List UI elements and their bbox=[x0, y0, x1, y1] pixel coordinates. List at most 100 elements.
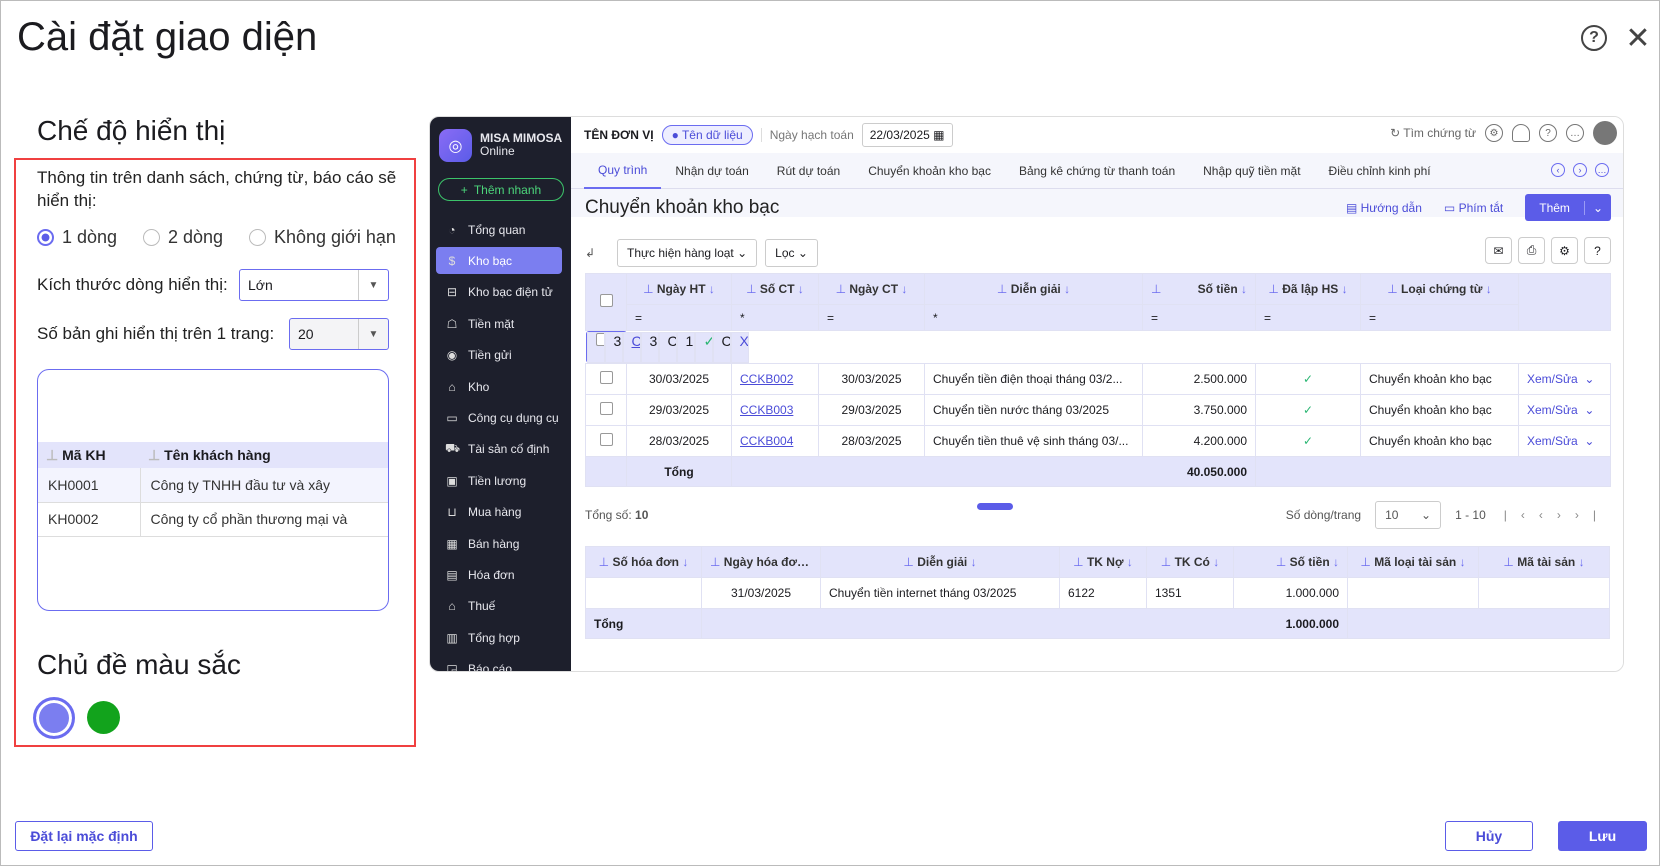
detail-column-header[interactable]: ⊥ Số hóa đơn ↓ bbox=[585, 546, 702, 578]
row-checkbox[interactable] bbox=[585, 425, 627, 457]
filter-cell[interactable]: = bbox=[626, 304, 732, 331]
filter-dropdown[interactable]: Lọc ⌄ bbox=[765, 239, 818, 267]
table-row[interactable]: 31/03/2025CCKB00131/03/2025Chuyển tiền i… bbox=[585, 331, 749, 363]
detail-column-header[interactable]: ⊥ Mã tài sản ↓ bbox=[1478, 546, 1610, 578]
column-header[interactable]: ⊥ Loại chứng từ ↓ bbox=[1360, 273, 1519, 305]
radio-circle[interactable] bbox=[143, 229, 160, 246]
tab[interactable]: Điều chỉnh kinh phí bbox=[1315, 154, 1445, 188]
filter-cell[interactable]: = bbox=[1360, 304, 1519, 331]
more-icon[interactable]: … bbox=[1595, 163, 1609, 177]
voucher-link[interactable]: CCKB004 bbox=[731, 425, 819, 457]
detail-row[interactable]: 31/03/2025 Chuyển tiền internet tháng 03/… bbox=[585, 577, 1610, 609]
column-header[interactable]: ⊥ Đã lập HS ↓ bbox=[1255, 273, 1361, 305]
filter-cell[interactable]: * bbox=[731, 304, 819, 331]
table-row[interactable]: 28/03/2025 CCKB004 28/03/2025 Chuyển tiền t… bbox=[585, 425, 1611, 457]
sidebar-item[interactable]: ⊔ Mua hàng bbox=[436, 499, 562, 526]
table-row[interactable]: 29/03/2025 CCKB003 29/03/2025 Chuyển tiền n… bbox=[585, 394, 1611, 426]
reset-default-button[interactable]: Đặt lại mặc định bbox=[15, 821, 153, 851]
radio-circle-selected[interactable] bbox=[37, 229, 54, 246]
sidebar-item[interactable]: ▦ Bán hàng bbox=[436, 530, 562, 557]
view-edit-link[interactable]: Xem/Sửa ⌄ bbox=[1518, 394, 1611, 426]
voucher-link[interactable]: CCKB003 bbox=[731, 394, 819, 426]
help-icon[interactable]: ? bbox=[1539, 124, 1557, 142]
voucher-link[interactable]: CCKB001 bbox=[622, 331, 641, 363]
tab[interactable]: Bảng kê chứng từ thanh toán bbox=[1005, 154, 1189, 188]
search-document[interactable]: ↻ Tìm chứng từ bbox=[1390, 126, 1476, 140]
select-all-checkbox[interactable] bbox=[585, 273, 627, 331]
more-icon[interactable]: … bbox=[1566, 124, 1584, 142]
detail-column-header[interactable]: ⊥ Số tiền ↓ bbox=[1233, 546, 1348, 578]
data-pill[interactable]: ● Tên dữ liệu bbox=[661, 125, 753, 145]
caret-down-icon[interactable]: ▼ bbox=[358, 319, 388, 349]
row-checkbox[interactable] bbox=[585, 394, 627, 426]
email-icon[interactable]: ✉ bbox=[1485, 237, 1512, 264]
sidebar-item[interactable]: ⌂ Kho bbox=[436, 373, 562, 400]
add-button[interactable]: Thêm bbox=[1525, 201, 1584, 215]
voucher-link[interactable]: CCKB002 bbox=[731, 363, 819, 395]
row-checkbox[interactable] bbox=[586, 331, 605, 363]
chevron-left-icon[interactable]: ‹ bbox=[1551, 163, 1565, 177]
gear-icon[interactable]: ⚙ bbox=[1485, 124, 1503, 142]
view-edit-link[interactable]: Xem/Sửa ⌄ bbox=[1518, 425, 1611, 457]
sidebar-item[interactable]: ⌂ Thuế bbox=[436, 593, 562, 620]
sidebar-item[interactable]: ◔ Tổng quan bbox=[436, 216, 562, 243]
help-icon[interactable]: ? bbox=[1584, 237, 1611, 264]
bell-icon[interactable] bbox=[1512, 124, 1530, 142]
sidebar-item[interactable]: ▤ Hóa đơn bbox=[436, 561, 562, 588]
filter-cell[interactable]: = bbox=[818, 304, 925, 331]
radio-1-line[interactable]: 1 dòng bbox=[37, 227, 117, 248]
sidebar-item[interactable]: ⊟ Kho bạc điện tử bbox=[436, 279, 562, 306]
shortcuts-link[interactable]: ▭ Phím tắt bbox=[1444, 201, 1503, 215]
filter-cell[interactable]: = bbox=[1255, 304, 1361, 331]
gear-icon[interactable]: ⚙ bbox=[1551, 237, 1578, 264]
column-header[interactable]: ⊥ Số CT ↓ bbox=[731, 273, 819, 305]
chevron-right-icon[interactable]: › bbox=[1573, 163, 1587, 177]
resize-handle[interactable] bbox=[977, 503, 1013, 510]
bulk-action-dropdown[interactable]: Thực hiện hàng loạt ⌄ bbox=[617, 239, 758, 267]
view-edit-link[interactable]: Xem/Sửa ⌄ bbox=[1518, 363, 1611, 395]
row-size-select[interactable]: Lớn ▼ bbox=[239, 269, 389, 301]
tab[interactable]: Chuyển khoản kho bạc bbox=[854, 154, 1005, 188]
sidebar-item[interactable]: ▣ Tiền lương bbox=[436, 467, 562, 494]
filter-cell[interactable]: = bbox=[1142, 304, 1256, 331]
sidebar-item[interactable]: ◲ Báo cáo bbox=[436, 656, 562, 671]
save-button[interactable]: Lưu bbox=[1558, 821, 1647, 851]
detail-column-header[interactable]: ⊥ TK Có ↓ bbox=[1146, 546, 1234, 578]
date-input[interactable]: 22/03/2025 ▦ bbox=[861, 123, 953, 147]
column-header[interactable]: ⊥ Diễn giải ↓ bbox=[924, 273, 1143, 305]
detail-column-header[interactable]: ⊥ Ngày hóa đơn ↓ bbox=[701, 546, 821, 578]
view-edit-link[interactable]: Xem/Sửa ⌄ bbox=[730, 331, 749, 363]
page-nav-icons[interactable]: |‹‹››| bbox=[1504, 508, 1610, 522]
per-page-select[interactable]: 10 ⌄ bbox=[1375, 501, 1442, 529]
sidebar-item[interactable]: ◉ Tiền gửi bbox=[436, 342, 562, 369]
radio-circle[interactable] bbox=[249, 229, 266, 246]
help-icon[interactable]: ? bbox=[1581, 25, 1607, 51]
tab[interactable]: Nhập quỹ tiền mặt bbox=[1189, 154, 1314, 188]
column-header[interactable]: ⊥ Ngày CT ↓ bbox=[818, 273, 925, 305]
theme-swatch-green[interactable] bbox=[87, 701, 120, 734]
close-icon[interactable]: ✕ bbox=[1625, 22, 1651, 55]
sidebar-item[interactable]: $ Kho bạc bbox=[436, 247, 562, 275]
chevron-down-icon[interactable]: ⌄ bbox=[1583, 200, 1611, 215]
tab[interactable]: Quy trình bbox=[584, 153, 662, 189]
detail-column-header[interactable]: ⊥ TK Nợ ↓ bbox=[1059, 546, 1147, 578]
records-per-page-select[interactable]: 20 ▼ bbox=[289, 318, 389, 350]
sidebar-item[interactable]: ▥ Tổng hợp bbox=[436, 624, 562, 651]
tab[interactable]: Nhận dự toán bbox=[661, 154, 762, 188]
radio-2-lines[interactable]: 2 dòng bbox=[143, 227, 223, 248]
filter-cell[interactable]: * bbox=[924, 304, 1143, 331]
quick-add-button[interactable]: + Thêm nhanh bbox=[438, 178, 564, 201]
collapse-icon[interactable]: ↲ bbox=[585, 246, 609, 260]
theme-swatch-purple[interactable] bbox=[33, 697, 75, 739]
row-checkbox[interactable] bbox=[585, 363, 627, 395]
detail-column-header[interactable]: ⊥ Diễn giải ↓ bbox=[820, 546, 1060, 578]
column-header[interactable]: ⊥ Ngày HT ↓ bbox=[626, 273, 732, 305]
cancel-button[interactable]: Hủy bbox=[1445, 821, 1533, 851]
avatar[interactable] bbox=[1593, 121, 1617, 145]
table-row[interactable]: 30/03/2025 CCKB002 30/03/2025 Chuyển tiền đ… bbox=[585, 363, 1611, 395]
print-icon[interactable]: ⎙ bbox=[1518, 237, 1545, 264]
sidebar-item[interactable]: ☖ Tiền mặt bbox=[436, 310, 562, 337]
guide-link[interactable]: ▤ Hướng dẫn bbox=[1346, 201, 1422, 215]
tab[interactable]: Rút dự toán bbox=[763, 154, 854, 188]
caret-down-icon[interactable]: ▼ bbox=[358, 270, 388, 300]
